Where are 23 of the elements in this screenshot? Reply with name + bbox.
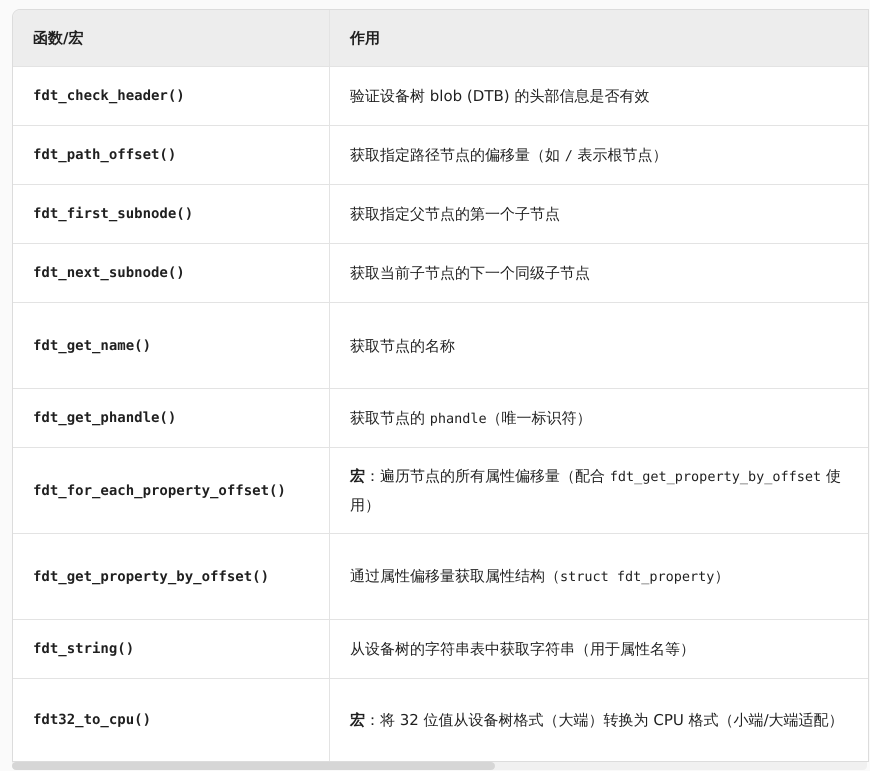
description-text: 宏：将 32 位值从设备树格式（大端）转换为 CPU 格式（小端/大端适配） bbox=[350, 710, 844, 731]
description-text: 获取指定父节点的第一个子节点 bbox=[350, 204, 560, 225]
function-name: fdt_check_header() bbox=[33, 88, 185, 104]
description-text: 获取指定路径节点的偏移量（如 / 表示根节点） bbox=[350, 144, 668, 166]
description-text: 获取当前子节点的下一个同级子节点 bbox=[350, 263, 590, 284]
function-name: fdt_get_phandle() bbox=[33, 410, 176, 426]
column-header: 作用 bbox=[350, 28, 380, 48]
description-text: 通过属性偏移量获取属性结构（struct fdt_property） bbox=[350, 566, 730, 587]
function-name: fdt_for_each_property_offset() bbox=[33, 482, 286, 498]
description-text: 宏：遍历节点的所有属性偏移量（配合 fdt_get_property_by_offset 使用） bbox=[350, 466, 842, 516]
column-header: 函数/宏 bbox=[33, 28, 84, 48]
description-text: 从设备树的字符串表中获取字符串（用于属性名等） bbox=[350, 639, 695, 660]
function-name: fdt_next_subnode() bbox=[33, 265, 185, 281]
description-text: 获取节点的名称 bbox=[350, 336, 455, 356]
function-name: fdt_first_subnode() bbox=[33, 206, 194, 222]
function-name: fdt_get_property_by_offset() bbox=[33, 568, 270, 584]
function-name: fdt_string() bbox=[33, 641, 134, 657]
function-name: fdt32_to_cpu() bbox=[33, 712, 152, 728]
function-name: fdt_path_offset() bbox=[33, 147, 176, 163]
function-name: fdt_get_name() bbox=[33, 338, 152, 354]
scrollbar-thumb[interactable] bbox=[12, 762, 495, 770]
description-text: 获取节点的 phandle（唯一标识符） bbox=[350, 408, 592, 428]
description-text: 验证设备树 blob (DTB) 的头部信息是否有效 bbox=[350, 86, 650, 107]
